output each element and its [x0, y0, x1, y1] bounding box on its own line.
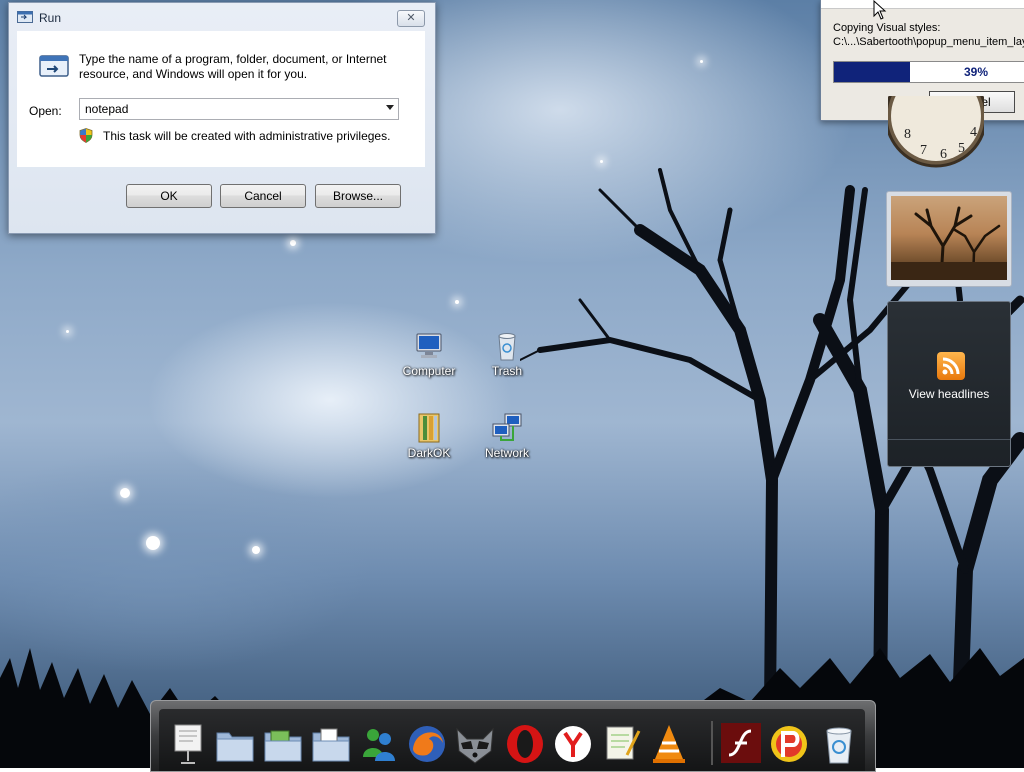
run-program-icon — [39, 55, 69, 77]
browse-button[interactable]: Browse... — [315, 184, 401, 208]
copy-status-text: Copying Visual styles: — [833, 22, 941, 34]
clock-number: 6 — [940, 147, 947, 162]
copy-path-text: C:\...\Sabertooth\popup_menu_item_lay — [833, 36, 1024, 48]
recycle-bin-icon[interactable] — [817, 721, 861, 767]
presentation-icon[interactable] — [167, 721, 211, 767]
notepad-icon[interactable] — [599, 721, 643, 767]
desktop-icon-network[interactable]: Network — [472, 412, 542, 464]
desktop-icon-label: Network — [484, 446, 529, 460]
feed-headlines-gadget[interactable]: View headlines — [887, 301, 1011, 467]
admin-privileges-note: This task will be created with administr… — [103, 129, 391, 143]
desktop-icon-label: DarkOK — [407, 446, 451, 460]
run-titlebar[interactable]: Run ✕ — [9, 3, 435, 31]
clock-gadget[interactable]: 8 7 6 5 4 — [888, 96, 984, 176]
rss-icon — [937, 352, 965, 380]
close-icon: ✕ — [406, 12, 416, 24]
dock-shelf — [159, 709, 865, 771]
yandex-icon[interactable] — [551, 721, 595, 767]
run-title: Run — [39, 11, 62, 25]
run-description: Type the name of a program, folder, docu… — [79, 52, 387, 81]
folder-icon — [418, 413, 440, 443]
copy-dialog-titlebar[interactable] — [821, 0, 1024, 9]
view-headlines-link[interactable]: View headlines — [888, 387, 1010, 401]
desktop-icon-trash[interactable]: Trash — [472, 330, 542, 382]
open-input-value[interactable]: notepad — [85, 102, 128, 116]
chevron-down-icon[interactable] — [386, 105, 394, 110]
ok-button[interactable]: OK — [126, 184, 212, 208]
folder-icon[interactable] — [213, 721, 257, 767]
slideshow-photo — [891, 196, 1007, 282]
cancel-button[interactable]: Cancel — [220, 184, 306, 208]
folder-pictures-icon[interactable] — [261, 721, 305, 767]
flash-icon[interactable] — [719, 721, 763, 767]
feed-footer — [888, 439, 1010, 466]
run-body: Type the name of a program, folder, docu… — [17, 31, 425, 167]
progress-bar: 39% — [833, 61, 1024, 83]
progress-fill — [834, 62, 910, 82]
firefox-icon[interactable] — [405, 721, 449, 767]
clock-number: 7 — [920, 143, 927, 158]
computer-icon — [416, 333, 442, 358]
desktop-icon-darkok[interactable]: DarkOK — [394, 412, 464, 464]
dock-bar — [150, 700, 876, 772]
p-app-icon[interactable] — [767, 721, 811, 767]
network-icon — [492, 413, 522, 441]
close-button[interactable]: ✕ — [397, 10, 425, 27]
opera-icon[interactable] — [503, 721, 547, 767]
clock-number: 8 — [904, 127, 911, 142]
open-combobox[interactable]: notepad — [79, 98, 399, 120]
mouse-cursor-icon — [873, 0, 887, 20]
clock-number: 5 — [958, 141, 965, 156]
desktop-icon-label: Trash — [491, 364, 523, 378]
run-icon — [17, 11, 33, 23]
desktop-icon-label: Computer — [402, 364, 456, 378]
tree-photo — [891, 206, 1007, 282]
slideshow-gadget[interactable] — [886, 191, 1012, 287]
raccoon-icon[interactable] — [453, 721, 497, 767]
uac-shield-icon — [79, 128, 93, 143]
trash-icon — [498, 333, 516, 361]
clock-number: 4 — [970, 125, 977, 140]
progress-percent: 39% — [964, 65, 989, 79]
vlc-icon[interactable] — [647, 721, 691, 767]
messenger-icon[interactable] — [357, 721, 401, 767]
desktop-icon-computer[interactable]: Computer — [394, 330, 464, 382]
dock-separator — [711, 721, 713, 765]
run-dialog: Run ✕ Type the name of a program, folder… — [8, 2, 436, 234]
open-label: Open: — [29, 104, 62, 118]
folder-documents-icon[interactable] — [309, 721, 353, 767]
